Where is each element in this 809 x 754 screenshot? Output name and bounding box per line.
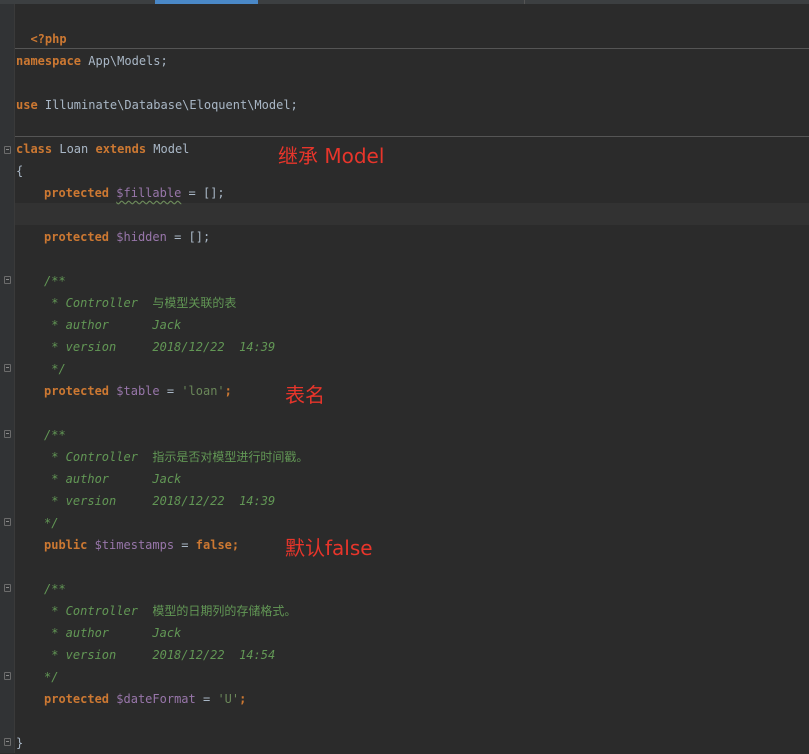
fold-toggle-icon[interactable] [4, 518, 11, 526]
code-line-fillable[interactable]: protected $fillable = []; [44, 182, 225, 204]
code-line-doc-controller[interactable]: * Controller 模型的日期列的存储格式。 [44, 600, 296, 622]
method-separator [15, 48, 809, 49]
property-dateformat: $dateFormat [116, 692, 196, 706]
keyword: protected [44, 186, 110, 200]
code-line-doc-close[interactable]: */ [44, 358, 66, 380]
string-literal: 'loan' [181, 384, 225, 398]
code-line-table[interactable]: protected $table = 'loan'; [44, 380, 232, 402]
keyword: public [44, 538, 88, 552]
doc-comment: * author Jack [44, 626, 182, 640]
code-line-namespace[interactable]: namespace App\Models; [16, 50, 168, 72]
doc-comment: * author Jack [44, 318, 182, 332]
code-line-php-open[interactable]: <?php [16, 6, 66, 46]
property-timestamps: $timestamps [94, 538, 175, 552]
doc-comment: */ [44, 670, 59, 684]
code-line-brace-close[interactable]: } [16, 732, 23, 754]
code-line-doc-version[interactable]: * version 2018/12/22 14:39 [44, 336, 275, 358]
parent-class-name: Model [146, 142, 190, 156]
keyword: protected [44, 692, 110, 706]
keyword: class [16, 142, 53, 156]
keyword: protected [44, 384, 110, 398]
string-literal: 'U' [217, 692, 240, 706]
doc-comment: * Controller [44, 296, 153, 310]
php-open-tag: <?php [30, 32, 67, 46]
code-line-doc-close[interactable]: */ [44, 666, 58, 688]
code-line-doc-open[interactable]: /** [44, 270, 66, 292]
doc-comment: * author Jack [44, 472, 182, 486]
brace: } [16, 736, 24, 750]
keyword: namespace [16, 54, 82, 68]
doc-comment-desc: 与模型关联的表 [152, 296, 237, 310]
doc-comment: * version 2018/12/22 14:39 [44, 494, 276, 508]
code-line-doc-author[interactable]: * author Jack [44, 622, 181, 644]
fold-toggle-icon[interactable] [4, 738, 11, 746]
fold-toggle-icon[interactable] [4, 430, 11, 438]
fold-toggle-icon[interactable] [4, 276, 11, 284]
assignment: = [174, 538, 196, 552]
doc-comment: /** [44, 582, 66, 596]
method-separator [15, 136, 809, 137]
property-hidden: $hidden [116, 230, 167, 244]
fold-toggle-icon[interactable] [4, 364, 11, 372]
brace: { [16, 164, 24, 178]
code-line-doc-controller[interactable]: * Controller 与模型关联的表 [44, 292, 236, 314]
fold-toggle-icon[interactable] [4, 672, 11, 680]
code-line-class[interactable]: class Loan extends Model [16, 138, 189, 160]
active-tab-indicator[interactable] [155, 0, 258, 4]
property-fillable: $fillable [116, 186, 182, 200]
code-line-doc-author[interactable]: * author Jack [44, 314, 181, 336]
doc-comment: * Controller [44, 450, 153, 464]
code-line-doc-open[interactable]: /** [44, 424, 66, 446]
code-line-doc-open[interactable]: /** [44, 578, 66, 600]
code-line-dateformat[interactable]: protected $dateFormat = 'U'; [44, 688, 246, 710]
tab-separator [524, 0, 525, 4]
code-line-brace-open[interactable]: { [16, 160, 23, 182]
code-line-doc-version[interactable]: * version 2018/12/22 14:39 [44, 490, 275, 512]
code-line-doc-version[interactable]: * version 2018/12/22 14:54 [44, 644, 275, 666]
assignment: = []; [166, 230, 211, 244]
annotation-timestamps-default: 默认false [285, 536, 373, 560]
code-line-doc-author[interactable]: * author Jack [44, 468, 181, 490]
code-line-timestamps[interactable]: public $timestamps = false; [44, 534, 239, 556]
fold-toggle-icon[interactable] [4, 146, 11, 154]
keyword: use [16, 98, 38, 112]
assignment: = [195, 692, 218, 706]
doc-comment: * version 2018/12/22 14:39 [44, 340, 276, 354]
doc-comment-desc: 模型的日期列的存储格式。 [152, 604, 297, 618]
import-name: Illuminate\Database\Eloquent\Model; [37, 98, 298, 112]
doc-comment: /** [44, 274, 66, 288]
assignment: = []; [181, 186, 225, 200]
semicolon: ; [231, 538, 240, 552]
code-line-doc-controller[interactable]: * Controller 指示是否对模型进行时间戳。 [44, 446, 308, 468]
gutter-divider [14, 4, 15, 753]
code-line-hidden[interactable]: protected $hidden = []; [44, 226, 210, 248]
current-line-highlight [15, 203, 809, 225]
annotation-table-name: 表名 [285, 383, 325, 407]
class-name: Loan [52, 142, 96, 156]
doc-comment: * Controller [44, 604, 153, 618]
editor-gutter[interactable] [0, 4, 14, 753]
namespace-name: App\Models; [81, 54, 168, 68]
semicolon: ; [239, 692, 247, 706]
assignment: = [159, 384, 182, 398]
editor-tab-bar [0, 0, 809, 4]
keyword-false: false [195, 538, 232, 552]
doc-comment: * version 2018/12/22 14:54 [44, 648, 276, 662]
code-line-use[interactable]: use Illuminate\Database\Eloquent\Model; [16, 94, 298, 116]
doc-comment: */ [44, 362, 66, 376]
property-table: $table [116, 384, 160, 398]
semicolon: ; [224, 384, 232, 398]
code-line-doc-close[interactable]: */ [44, 512, 58, 534]
doc-comment-desc: 指示是否对模型进行时间戳。 [152, 450, 309, 464]
keyword: protected [44, 230, 110, 244]
keyword: extends [95, 142, 147, 156]
fold-toggle-icon[interactable] [4, 584, 11, 592]
doc-comment: */ [44, 516, 59, 530]
annotation-extends-model: 继承 Model [278, 144, 385, 168]
doc-comment: /** [44, 428, 66, 442]
